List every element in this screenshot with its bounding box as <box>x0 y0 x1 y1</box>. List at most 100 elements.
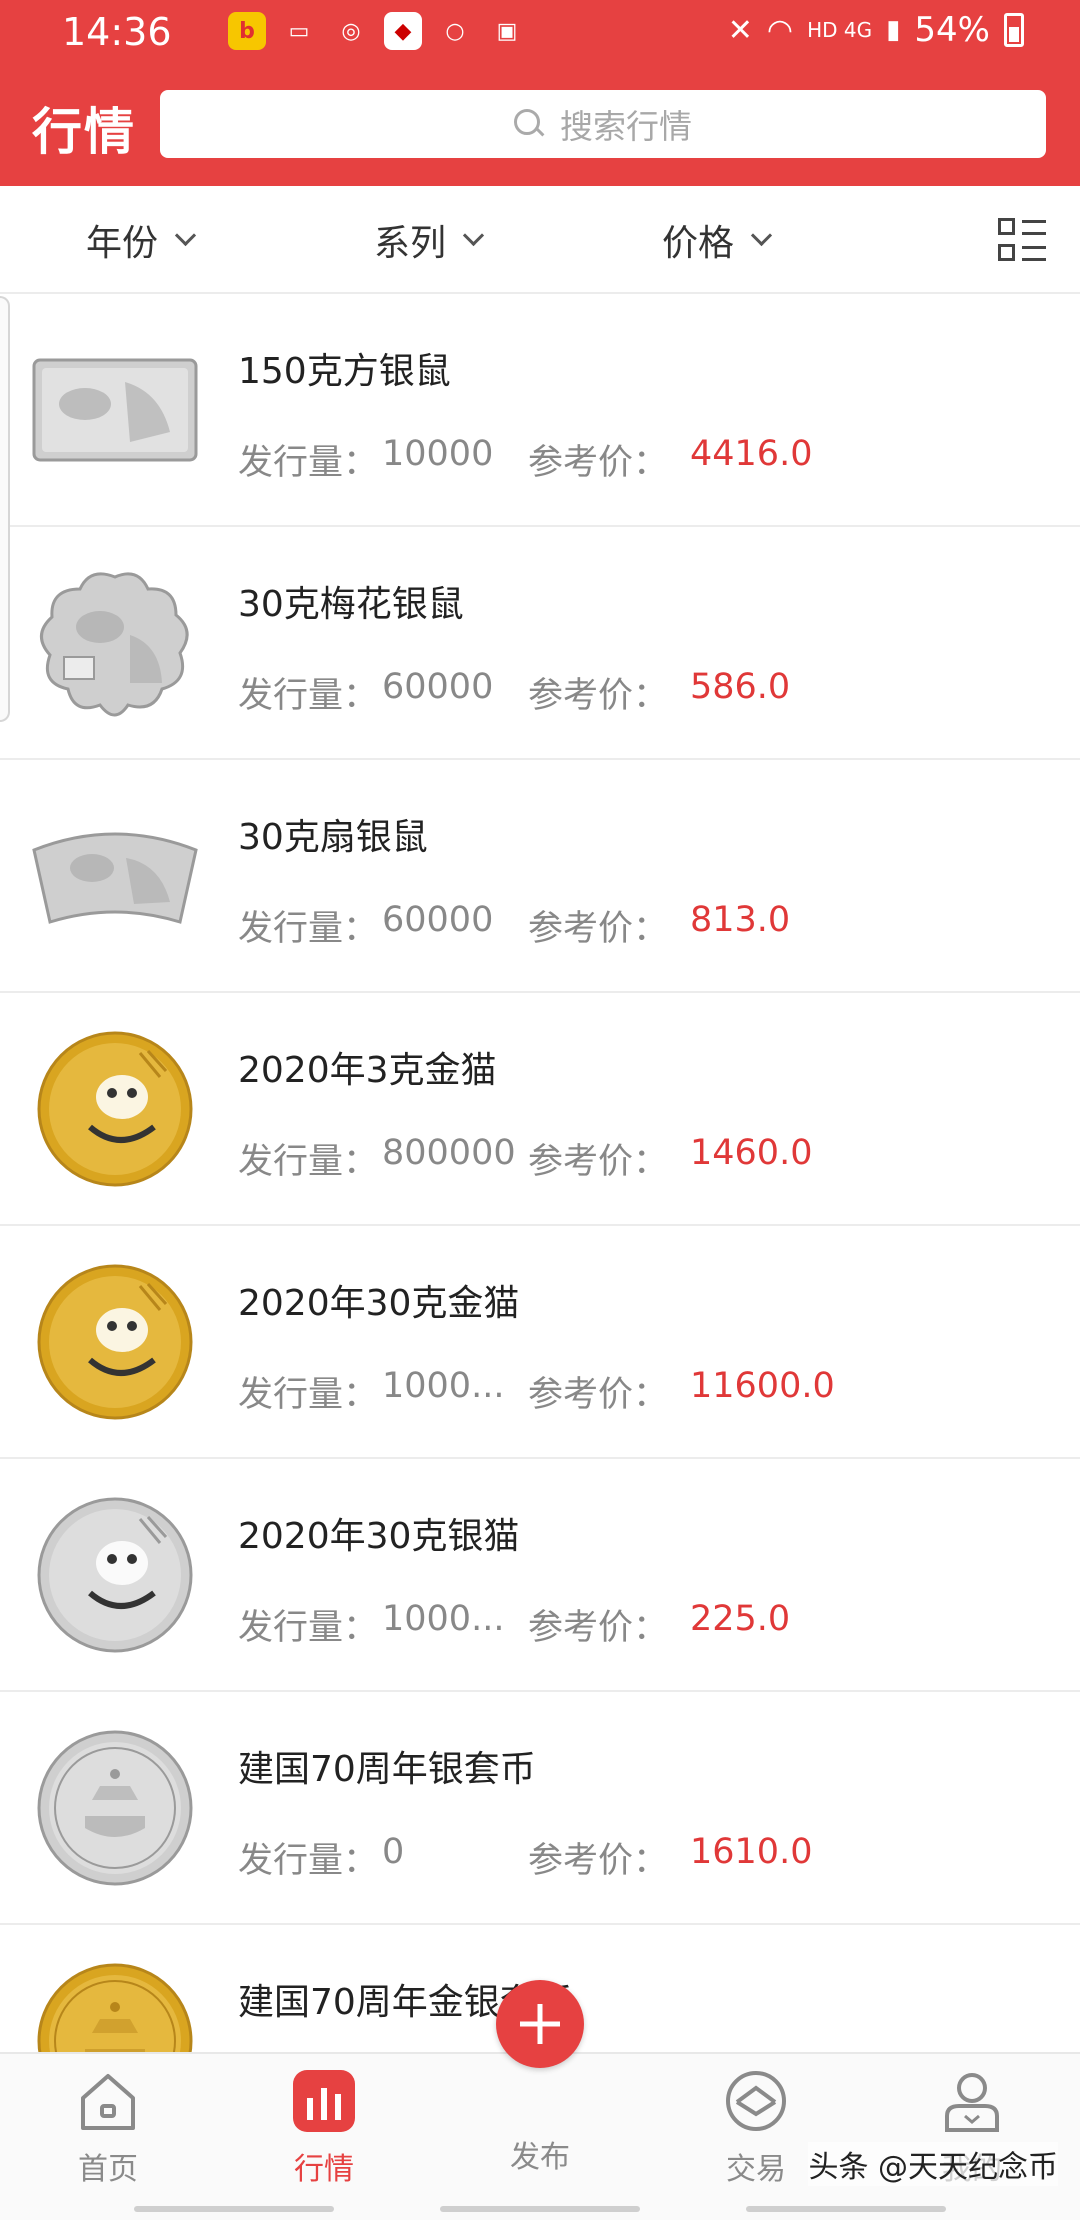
issue-label: 发行量： <box>238 1375 379 1415</box>
list-item[interactable]: 2020年30克金猫 发行量： 1000... 参考价： 11600.0 <box>0 1226 1080 1459</box>
chevron-down-icon <box>462 224 485 246</box>
ref-price-label: 参考价： <box>528 1375 669 1415</box>
list-item[interactable]: 30克梅花银鼠 发行量： 60000 参考价： 586.0 <box>0 527 1080 760</box>
coin-image <box>30 338 200 482</box>
message-icon: ▭ <box>288 18 310 44</box>
ref-price-value: 1460.0 <box>690 1133 813 1173</box>
issue-value: 60000 <box>382 667 494 707</box>
page-title: 行情 <box>32 103 136 161</box>
gesture-bar <box>440 2206 640 2212</box>
gallery-icon: ▣ <box>496 18 518 44</box>
ref-price-label: 参考价： <box>528 676 669 716</box>
issue-label: 发行量： <box>238 1841 379 1881</box>
filter-series[interactable]: 系列 <box>374 214 485 266</box>
network-label: HD 4G <box>807 18 873 42</box>
issue-value: 800000 <box>382 1133 516 1173</box>
nav-trade[interactable]: 交易 <box>696 2068 816 2188</box>
issue-value: 1000... <box>382 1366 505 1406</box>
ref-price-value: 813.0 <box>690 900 791 940</box>
layout-line <box>1022 246 1046 249</box>
ref-price-label: 参考价： <box>528 443 669 483</box>
status-indicators: ✕ ◠ HD 4G ▮ 54% <box>728 10 1024 50</box>
signal-icon: ▮ <box>886 15 901 45</box>
gesture-bar <box>746 2206 946 2212</box>
exchange-icon <box>723 2068 789 2134</box>
item-name: 30克扇银鼠 <box>238 817 428 858</box>
filter-price[interactable]: 价格 <box>662 214 773 266</box>
battery-icon <box>1004 13 1024 47</box>
item-name: 2020年3克金猫 <box>238 1050 497 1091</box>
item-name: 30克梅花银鼠 <box>238 584 464 625</box>
item-name: 建国70周年银套币 <box>238 1749 536 1790</box>
home-icon <box>75 2068 141 2134</box>
search-icon <box>514 109 544 139</box>
search-placeholder: 搜索行情 <box>560 107 692 146</box>
nav-home[interactable]: 首页 <box>48 2068 168 2188</box>
issue-label: 发行量： <box>238 443 379 483</box>
issue-value: 1000... <box>382 1599 505 1639</box>
ref-price-label: 参考价： <box>528 1608 669 1648</box>
issue-value: 10000 <box>382 434 494 474</box>
watermark: 头条 @天天纪念币 <box>808 2142 1058 2186</box>
nav-market[interactable]: 行情 <box>264 2068 384 2188</box>
list-item[interactable]: 2020年3克金猫 发行量： 800000 参考价： 1460.0 <box>0 993 1080 1226</box>
search-small-icon: ○ <box>445 18 465 44</box>
nav-label: 行情 <box>294 2152 354 2187</box>
ref-price-value: 225.0 <box>690 1599 791 1639</box>
layout-line <box>1022 232 1046 235</box>
list-item[interactable]: 2020年30克银猫 发行量： 1000... 参考价： 225.0 <box>0 1459 1080 1692</box>
coin-image <box>30 1264 200 1420</box>
status-time: 14:36 <box>62 10 172 54</box>
side-panel-handle[interactable] <box>0 296 10 722</box>
layout-square <box>998 244 1015 261</box>
chart-icon <box>291 2068 357 2134</box>
layout-square <box>998 218 1015 235</box>
chevron-down-icon <box>750 224 773 246</box>
coin-image <box>30 571 200 717</box>
ref-price-label: 参考价： <box>528 1841 669 1881</box>
status-bar: 14:36 b ▭ ◎ ◆ ○ ▣ ✕ ◠ HD 4G ▮ 54% <box>0 0 1080 66</box>
ref-price-label: 参考价： <box>528 909 669 949</box>
ref-price-value: 586.0 <box>690 667 791 707</box>
ref-price-value: 1610.0 <box>690 1832 813 1872</box>
gesture-bar <box>134 2206 334 2212</box>
coin-image <box>30 1730 200 1886</box>
publish-label: 发布 <box>510 2140 570 2175</box>
item-name: 2020年30克金猫 <box>238 1283 520 1324</box>
ref-price-value: 11600.0 <box>690 1366 835 1406</box>
wechat-icon: ◎ <box>341 18 361 44</box>
header: 行情 搜索行情 <box>0 66 1080 186</box>
list-item[interactable]: 30克扇银鼠 发行量： 60000 参考价： 813.0 <box>0 760 1080 993</box>
coin-image <box>30 804 200 948</box>
search-input[interactable]: 搜索行情 <box>160 90 1046 158</box>
layout-toggle-icon[interactable] <box>998 218 1046 264</box>
issue-value: 60000 <box>382 900 494 940</box>
nav-label: 首页 <box>78 2152 138 2187</box>
coin-image <box>30 1497 200 1653</box>
publish-button[interactable] <box>496 1980 584 2068</box>
wifi-icon: ◠ <box>766 12 794 48</box>
issue-label: 发行量： <box>238 1142 379 1182</box>
user-icon <box>939 2068 1005 2134</box>
ref-price-value: 4416.0 <box>690 434 813 474</box>
list-item[interactable]: 150克方银鼠 发行量： 10000 参考价： 4416.0 <box>0 294 1080 527</box>
layout-line <box>1022 258 1046 261</box>
ref-price-label: 参考价： <box>528 1142 669 1182</box>
filter-label: 价格 <box>662 223 735 264</box>
app-icon: ◆ <box>384 12 422 50</box>
market-list: 150克方银鼠 发行量： 10000 参考价： 4416.0 30克梅花银鼠 发… <box>0 294 1080 2158</box>
filter-bar: 年份 系列 价格 <box>0 186 1080 294</box>
item-name: 150克方银鼠 <box>238 351 451 392</box>
layout-line <box>1022 220 1046 223</box>
issue-label: 发行量： <box>238 676 379 716</box>
issue-value: 0 <box>382 1832 405 1872</box>
issue-label: 发行量： <box>238 1608 379 1648</box>
filter-label: 系列 <box>374 223 447 264</box>
notification-icons: b ▭ ◎ ◆ ○ ▣ <box>228 12 526 50</box>
item-name: 2020年30克银猫 <box>238 1516 520 1557</box>
nav-label: 交易 <box>726 2152 786 2187</box>
list-item[interactable]: 建国70周年银套币 发行量： 0 参考价： 1610.0 <box>0 1692 1080 1925</box>
coin-image <box>30 1031 200 1187</box>
battery-text: 54% <box>914 10 990 50</box>
filter-year[interactable]: 年份 <box>86 214 197 266</box>
